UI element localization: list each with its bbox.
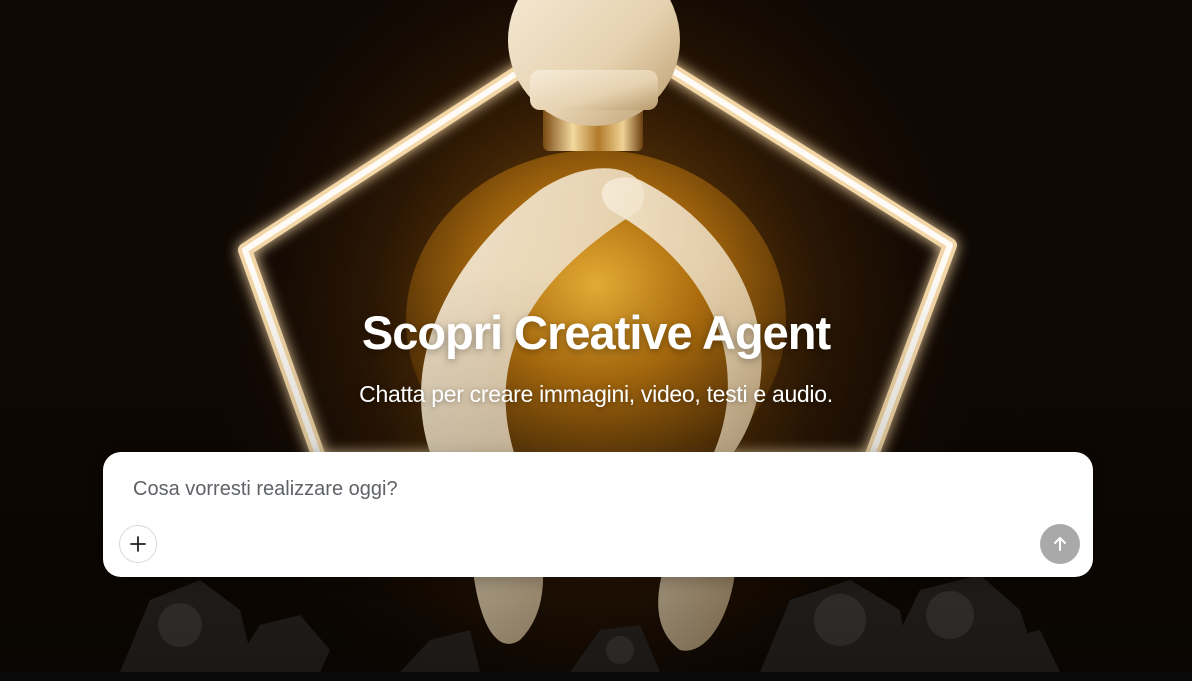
plus-icon xyxy=(130,536,146,552)
send-button[interactable] xyxy=(1040,524,1080,564)
bottom-edge-bar xyxy=(0,672,1192,681)
page-title: Scopri Creative Agent xyxy=(361,306,831,359)
prompt-input[interactable] xyxy=(131,474,1055,504)
add-attachment-button[interactable] xyxy=(119,525,157,563)
page-subtitle: Chatta per creare immagini, video, testi… xyxy=(359,381,833,407)
prompt-composer xyxy=(103,452,1093,577)
arrow-up-icon xyxy=(1054,537,1066,551)
